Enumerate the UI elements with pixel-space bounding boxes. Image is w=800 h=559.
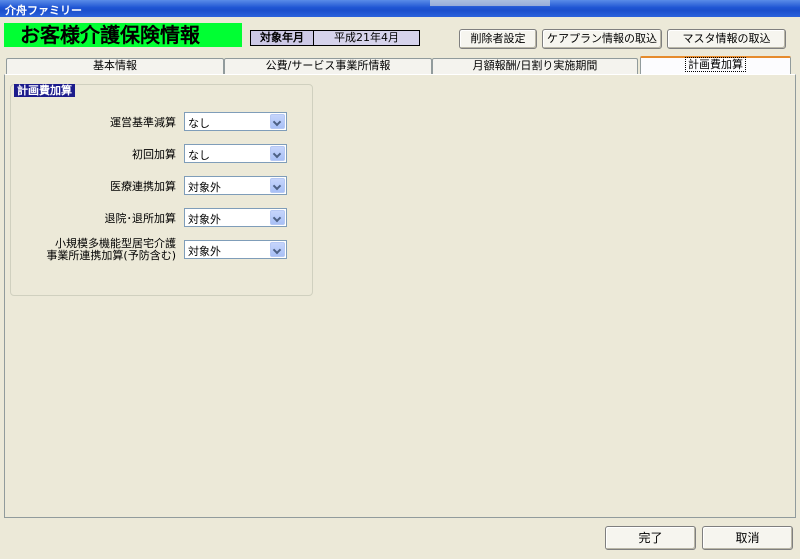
chevron-down-icon[interactable]	[270, 210, 285, 225]
chevron-down-icon[interactable]	[270, 114, 285, 129]
tab-label: 計画費加算	[685, 57, 746, 72]
titlebar-decoration	[430, 0, 550, 6]
target-month-display: 対象年月 平成21年4月	[250, 30, 420, 46]
tab-bar: 基本情報 公費/サービス事業所情報 月額報酬/日割り実施期間 計画費加算	[4, 56, 796, 74]
chevron-down-icon[interactable]	[270, 146, 285, 161]
first-time-addition-select[interactable]: なし	[184, 144, 287, 163]
select-value: 対象外	[188, 213, 221, 226]
cancel-button[interactable]: 取消	[702, 526, 793, 550]
tab-label: 基本情報	[93, 59, 137, 72]
label-operation-reduction: 運営基準減算	[110, 116, 176, 129]
master-import-button[interactable]: マスタ情報の取込	[667, 29, 786, 49]
target-month-value: 平成21年4月	[314, 31, 419, 45]
select-value: なし	[188, 149, 210, 162]
window-title: 介舟ファミリー	[5, 4, 82, 17]
tab-label: 公費/サービス事業所情報	[265, 59, 391, 72]
complete-button[interactable]: 完了	[605, 526, 696, 550]
label-discharge-addition: 退院･退所加算	[104, 212, 177, 225]
discharge-addition-select[interactable]: 対象外	[184, 208, 287, 227]
select-value: なし	[188, 117, 210, 130]
tab-plan-addition[interactable]: 計画費加算	[640, 56, 791, 74]
medical-coordination-select[interactable]: 対象外	[184, 176, 287, 195]
page-title: お客様介護保険情報	[4, 23, 242, 47]
careplan-import-button[interactable]: ケアプラン情報の取込	[542, 29, 662, 49]
select-value: 対象外	[188, 245, 221, 258]
label-small-multifunction-line2: 事業所連携加算(予防含む)	[46, 249, 176, 262]
label-medical-coordination: 医療連携加算	[110, 180, 176, 193]
delete-setting-button[interactable]: 削除者設定	[459, 29, 537, 49]
target-month-label: 対象年月	[251, 31, 314, 45]
group-title: 計画費加算	[14, 84, 75, 97]
label-first-time-addition: 初回加算	[132, 148, 176, 161]
operation-reduction-select[interactable]: なし	[184, 112, 287, 131]
select-value: 対象外	[188, 181, 221, 194]
tab-basic-info[interactable]: 基本情報	[6, 58, 224, 74]
tab-monthly-fee[interactable]: 月額報酬/日割り実施期間	[432, 58, 638, 74]
tab-public-expense[interactable]: 公費/サービス事業所情報	[224, 58, 432, 74]
small-multifunction-select[interactable]: 対象外	[184, 240, 287, 259]
tab-label: 月額報酬/日割り実施期間	[472, 59, 598, 72]
chevron-down-icon[interactable]	[270, 178, 285, 193]
window-titlebar: 介舟ファミリー	[0, 0, 800, 17]
chevron-down-icon[interactable]	[270, 242, 285, 257]
